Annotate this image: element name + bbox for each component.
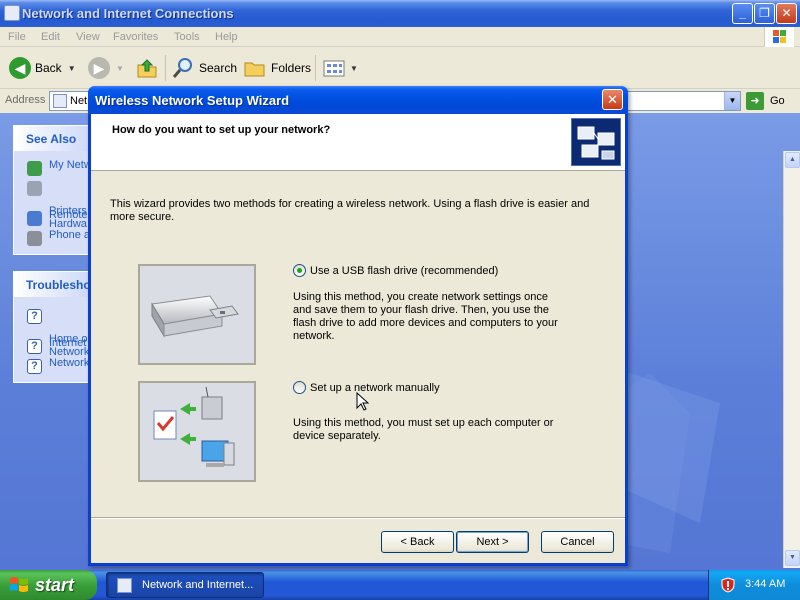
search-icon — [172, 58, 192, 78]
search-button[interactable]: Search — [171, 56, 237, 80]
address-label: Address — [5, 94, 46, 106]
explorer-title-bar: Network and Internet Connections _ ❐ ✕ — [0, 0, 800, 27]
wireless-setup-wizard-dialog: Wireless Network Setup Wizard ✕ How do y… — [88, 86, 628, 566]
forward-dropdown-icon[interactable]: ▼ — [116, 64, 124, 73]
taskbar-item-label: Network and Internet... — [142, 579, 254, 591]
next-button[interactable]: Next > — [456, 531, 529, 553]
taskbar-item-network-connections[interactable]: Network and Internet... — [106, 572, 264, 598]
start-button[interactable]: start — [0, 570, 97, 600]
network-connections-icon — [53, 94, 67, 108]
network-connections-icon — [117, 577, 132, 593]
wizard-button-separator — [91, 517, 625, 519]
go-button[interactable]: ➜ Go — [746, 92, 785, 110]
menu-file[interactable]: File — [8, 31, 26, 43]
folders-button[interactable]: Folders — [243, 56, 311, 80]
close-button[interactable]: ✕ — [776, 3, 797, 24]
usb-flash-drive-option[interactable]: Use a USB flash drive (recommended) — [293, 264, 498, 277]
cancel-button[interactable]: Cancel — [541, 531, 614, 553]
wizard-title: Wireless Network Setup Wizard — [95, 93, 290, 108]
back-label: Back — [35, 61, 62, 75]
maximize-button[interactable]: ❐ — [754, 3, 775, 24]
minimize-button[interactable]: _ — [732, 3, 753, 24]
manual-setup-description: Using this method, you must set up each … — [293, 417, 554, 442]
views-dropdown-icon[interactable]: ▼ — [350, 64, 358, 73]
system-tray: 3:44 AM — [708, 570, 800, 600]
link-label: Phone a — [49, 229, 90, 241]
back-button[interactable]: ◀ Back ▼ — [9, 56, 76, 80]
windows-logo-icon — [764, 27, 794, 47]
network-connections-icon — [4, 5, 20, 21]
remote-desktop-icon — [27, 211, 42, 226]
wizard-body: How do you want to set up your network? … — [91, 114, 625, 563]
back-dropdown-icon[interactable]: ▼ — [68, 64, 76, 73]
help-question-icon: ? — [27, 359, 42, 374]
manual-setup-radio[interactable] — [293, 381, 306, 394]
wizard-title-bar[interactable]: Wireless Network Setup Wizard ✕ — [88, 86, 628, 114]
folders-label: Folders — [271, 61, 312, 75]
explorer-window-title: Network and Internet Connections — [22, 6, 234, 21]
vertical-scrollbar[interactable]: ▲ ▼ — [783, 151, 800, 568]
go-arrow-icon: ➜ — [746, 92, 764, 110]
taskbar: start Network and Internet... 3:44 AM — [0, 570, 800, 600]
mouse-pointer-icon — [356, 392, 370, 411]
address-dropdown-icon[interactable]: ▼ — [724, 92, 740, 110]
menu-help[interactable]: Help — [215, 31, 238, 43]
search-label: Search — [199, 61, 238, 75]
scroll-up-icon[interactable]: ▲ — [785, 152, 800, 168]
link-label: Remote — [49, 209, 88, 221]
views-icon — [323, 60, 345, 77]
scroll-down-icon[interactable]: ▼ — [785, 550, 800, 566]
usb-flash-drive-option-label: Use a USB flash drive (recommended) — [310, 264, 499, 277]
toolbar-separator — [315, 55, 316, 81]
help-question-icon: ? — [27, 339, 42, 354]
menu-tools[interactable]: Tools — [174, 31, 200, 43]
folders-icon — [244, 62, 265, 77]
menu-favorites[interactable]: Favorites — [113, 31, 158, 43]
clock[interactable]: 3:44 AM — [745, 578, 785, 590]
printer-icon — [27, 181, 42, 196]
manual-setup-option-label: Set up a network manually — [310, 381, 440, 394]
toolbar-separator — [165, 55, 166, 81]
go-label: Go — [770, 95, 785, 107]
views-button[interactable]: ▼ — [322, 56, 358, 80]
my-network-icon — [27, 161, 42, 176]
link-label: My Netw — [49, 159, 92, 171]
address-value: Net — [70, 95, 88, 107]
menu-edit[interactable]: Edit — [41, 31, 60, 43]
usb-flash-drive-icon — [138, 264, 256, 365]
up-folder-button[interactable] — [136, 56, 158, 80]
help-question-icon: ? — [27, 309, 42, 324]
up-folder-icon — [137, 59, 157, 78]
back-arrow-icon: ◀ — [9, 57, 31, 79]
wizard-question: How do you want to set up your network? — [112, 124, 331, 136]
link-label: Internet — [49, 337, 87, 349]
menu-bar: File Edit View Favorites Tools Help — [0, 27, 800, 47]
networked-computers-icon — [571, 118, 621, 166]
wizard-close-button[interactable]: ✕ — [602, 89, 623, 110]
usb-flash-drive-radio[interactable] — [293, 264, 306, 277]
forward-button[interactable]: ▶ ▼ — [88, 56, 124, 80]
back-button[interactable]: < Back — [381, 531, 454, 553]
forward-arrow-icon: ▶ — [88, 57, 110, 79]
phone-icon — [27, 231, 42, 246]
menu-view[interactable]: View — [76, 31, 100, 43]
wizard-intro-text: This wizard provides two methods for cre… — [110, 198, 590, 223]
standard-toolbar: ◀ Back ▼ ▶ ▼ Search Folders ▼ — [0, 47, 800, 89]
wizard-header: How do you want to set up your network? — [91, 114, 625, 171]
usb-flash-drive-description: Using this method, you create network se… — [293, 291, 558, 342]
windows-logo-icon — [10, 577, 28, 592]
manual-network-setup-icon — [138, 381, 256, 482]
link-label: Network — [49, 357, 90, 369]
security-center-shield-icon[interactable] — [721, 577, 735, 593]
start-label: start — [35, 574, 75, 595]
